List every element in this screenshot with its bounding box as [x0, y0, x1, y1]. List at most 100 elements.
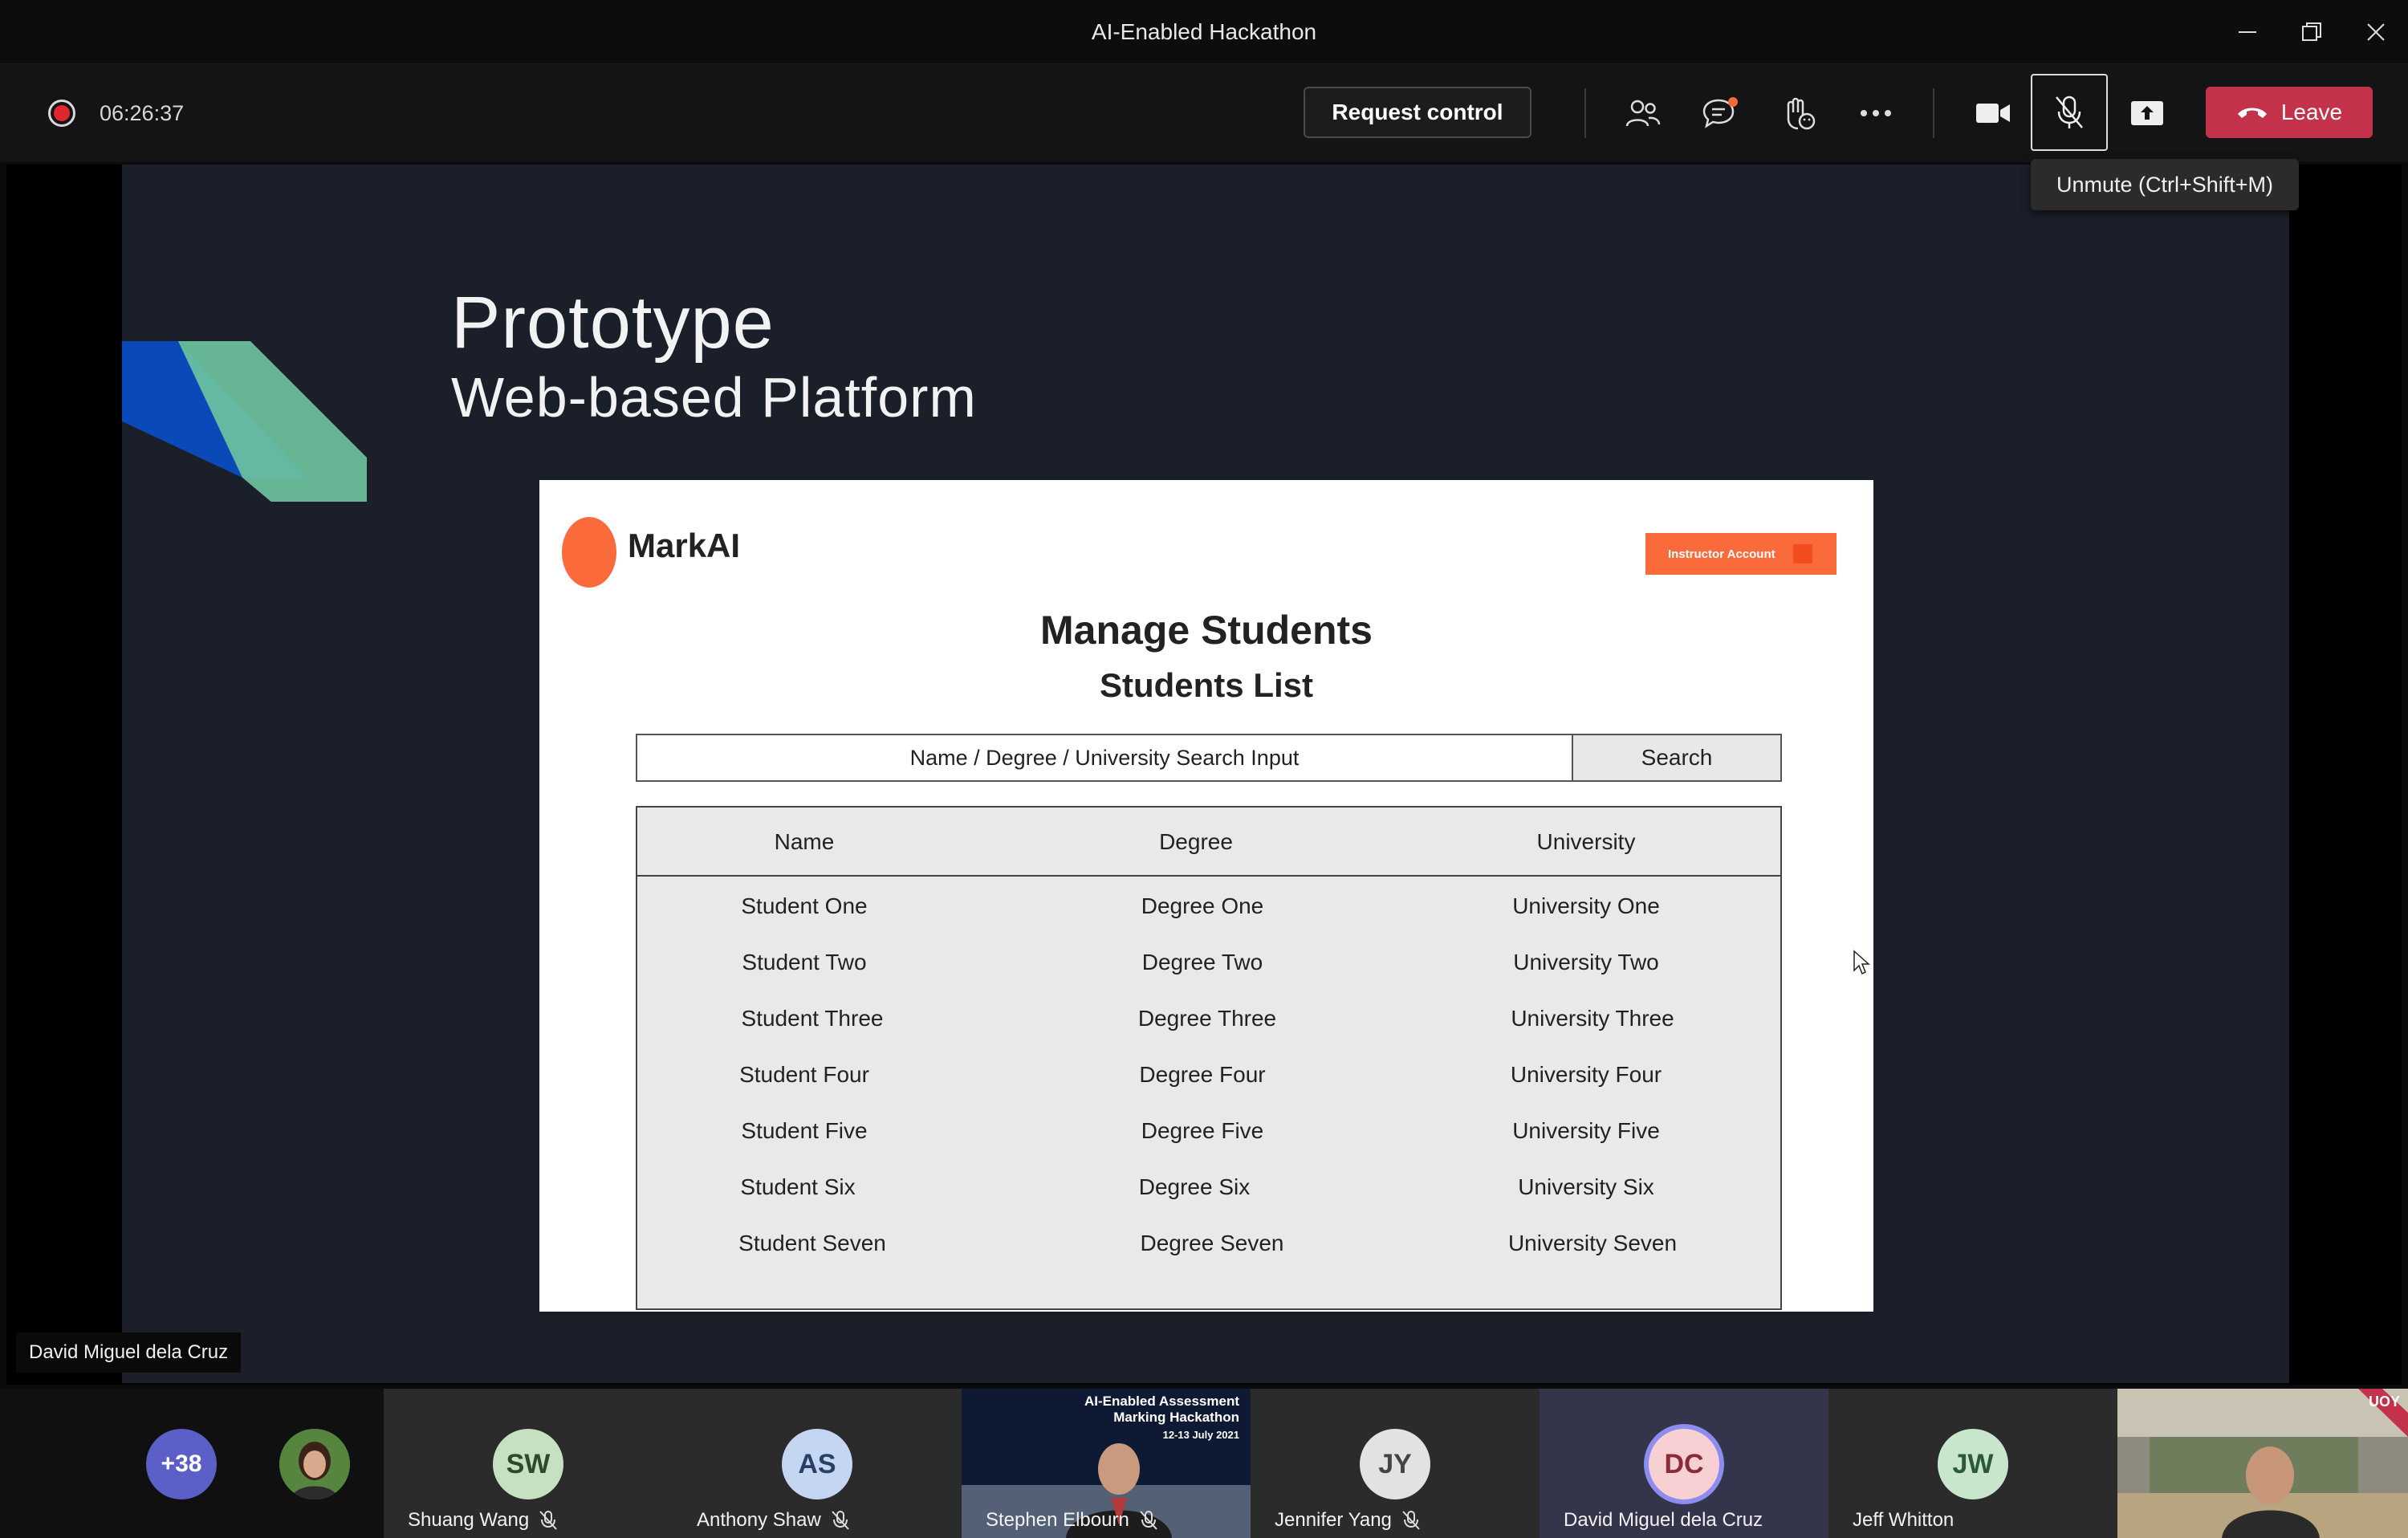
- mockup-brand: MarkAI: [628, 527, 741, 564]
- camera-icon[interactable]: [1965, 88, 2021, 138]
- unmute-tooltip: Unmute (Ctrl+Shift+M): [2031, 159, 2299, 210]
- account-menu-icon: [1793, 544, 1812, 564]
- cell-name: Student Seven: [738, 1231, 886, 1255]
- participant-name: David Miguel dela Cruz: [1564, 1509, 1763, 1532]
- table-row: Student Four Degree Four University Four: [637, 1047, 1780, 1103]
- mockup-search-input: Name / Degree / University Search Input: [636, 734, 1573, 782]
- share-screen-icon[interactable]: [2119, 88, 2175, 138]
- leave-label: Leave: [2280, 100, 2343, 124]
- participant-tile[interactable]: JW Jeff Whitton: [1828, 1389, 2117, 1538]
- cell-degree: Degree Two: [1141, 950, 1263, 974]
- participant-video-image: [2117, 1389, 2408, 1538]
- participant-name: Jeff Whitton: [1853, 1509, 1954, 1532]
- cell-university: University Six: [1518, 1174, 1654, 1199]
- minimize-icon[interactable]: [2215, 0, 2280, 64]
- close-icon[interactable]: [2344, 0, 2408, 64]
- participant-name: Jennifer Yang: [1275, 1509, 1421, 1532]
- window-title: AI-Enabled Hackathon: [1091, 18, 1317, 44]
- participant-name-text: Shuang Wang: [408, 1509, 530, 1531]
- meeting-toolbar: 06:26:37 Request control Leave: [0, 64, 2408, 162]
- participant-tile[interactable]: AI-Enabled Assessment Marking Hackathon …: [962, 1389, 1251, 1538]
- video-badge: UOY: [2368, 1394, 2400, 1410]
- participant-name: Shuang Wang: [408, 1509, 558, 1532]
- leave-button[interactable]: Leave: [2206, 87, 2373, 138]
- restore-icon[interactable]: [2280, 0, 2344, 64]
- cell-university: University Seven: [1507, 1231, 1678, 1255]
- markai-logo: [562, 517, 616, 588]
- cell-university: University Two: [1513, 950, 1659, 974]
- cell-degree: Degree Seven: [1140, 1231, 1284, 1255]
- participant-tile[interactable]: SW Shuang Wang: [384, 1389, 673, 1538]
- students-table: Name Degree University Student One Degre…: [636, 806, 1782, 1310]
- cell-name: Student One: [741, 893, 868, 918]
- request-control-button[interactable]: Request control: [1304, 87, 1531, 138]
- mockup-search-button: Search: [1572, 734, 1782, 782]
- column-header-university: University: [1536, 829, 1636, 854]
- reactions-icon[interactable]: [1771, 88, 1827, 138]
- table-row: Student Seven Degree Seven University Se…: [637, 1215, 1780, 1271]
- table-row: Student Five Degree Five University Five: [637, 1103, 1780, 1159]
- mic-off-icon: [832, 1511, 849, 1530]
- column-header-name: Name: [774, 829, 835, 854]
- cell-degree: Degree Six: [1138, 1174, 1251, 1199]
- window-controls: [2215, 0, 2408, 64]
- slide-subtitle: Web-based Platform: [451, 366, 977, 429]
- cell-university: University Five: [1512, 1118, 1660, 1143]
- mute-toggle-button[interactable]: [2031, 74, 2108, 151]
- recording-icon: [48, 100, 75, 127]
- mockup-heading: Manage Students: [1040, 608, 1373, 653]
- slide-decoration-shape: [122, 341, 367, 502]
- participant-name-text: Stephen Elbourn: [986, 1509, 1129, 1531]
- table-row: Student Six Degree Six University Six: [637, 1159, 1780, 1215]
- column-header-degree: Degree: [1159, 829, 1233, 854]
- instructor-account-label: Instructor Account: [1668, 547, 1775, 561]
- toolbar-divider: [1933, 88, 1934, 138]
- participant-name-text: Anthony Shaw: [697, 1509, 821, 1531]
- participant-name-text: Jeff Whitton: [1853, 1509, 1954, 1531]
- presenter-name-label: David Miguel dela Cruz: [16, 1333, 242, 1373]
- phone-hangup-icon: [2237, 108, 2267, 118]
- cell-degree: Degree Four: [1139, 1062, 1266, 1087]
- app-mockup: MarkAI Instructor Account Manage Student…: [539, 480, 1873, 1312]
- chat-icon[interactable]: [1692, 88, 1748, 138]
- mockup-subheading: Students List: [1099, 666, 1313, 704]
- cell-degree: Degree Three: [1137, 1006, 1277, 1031]
- participant-name: Stephen Elbourn: [986, 1509, 1158, 1532]
- participant-tile[interactable]: JY Jennifer Yang: [1251, 1389, 1540, 1538]
- participant-strip: +38 SW Shuang Wang AS Anthony Shaw AI-En…: [0, 1389, 2408, 1538]
- table-header: Name Degree University: [637, 808, 1780, 877]
- participant-tile[interactable]: DC David Miguel dela Cruz: [1540, 1389, 1828, 1538]
- mic-off-icon: [2056, 96, 2083, 128]
- slide-title: Prototype: [451, 282, 775, 364]
- mic-off-icon: [1140, 1511, 1157, 1530]
- cell-name: Student Three: [741, 1006, 884, 1031]
- cell-university: University One: [1512, 893, 1660, 918]
- more-participants-button[interactable]: +38: [146, 1429, 217, 1499]
- table-row: Student Two Degree Two University Two: [637, 934, 1780, 991]
- table-row: Student One Degree One University One: [637, 878, 1780, 934]
- cell-degree: Degree One: [1141, 893, 1264, 918]
- cell-name: Student Six: [740, 1174, 856, 1199]
- presentation-slide: Prototype Web-based Platform MarkAI Inst…: [122, 165, 2289, 1383]
- avatar: AS: [782, 1429, 852, 1499]
- participant-name-text: David Miguel dela Cruz: [1564, 1509, 1763, 1531]
- avatar: JW: [1938, 1429, 2008, 1499]
- participant-video-tile[interactable]: UOY: [2117, 1389, 2408, 1538]
- participants-icon[interactable]: [1615, 88, 1671, 138]
- cell-degree: Degree Five: [1141, 1118, 1264, 1143]
- mouse-cursor-icon: [1853, 950, 1870, 975]
- cell-name: Student Four: [739, 1062, 869, 1087]
- instructor-account-button: Instructor Account: [1645, 533, 1837, 575]
- cell-university: University Four: [1510, 1062, 1662, 1087]
- table-row: Student Three Degree Three University Th…: [637, 991, 1780, 1047]
- mic-off-icon: [539, 1511, 557, 1530]
- cell-name: Student Two: [742, 950, 867, 974]
- participant-tile[interactable]: AS Anthony Shaw: [673, 1389, 962, 1538]
- participant-name: Anthony Shaw: [697, 1509, 850, 1532]
- avatar: JY: [1360, 1429, 1430, 1499]
- participant-photo-avatar[interactable]: [279, 1429, 350, 1499]
- toolbar-divider: [1584, 88, 1586, 138]
- cell-name: Student Five: [741, 1118, 868, 1143]
- avatar: DC: [1644, 1424, 1724, 1504]
- more-options-icon[interactable]: [1848, 88, 1904, 138]
